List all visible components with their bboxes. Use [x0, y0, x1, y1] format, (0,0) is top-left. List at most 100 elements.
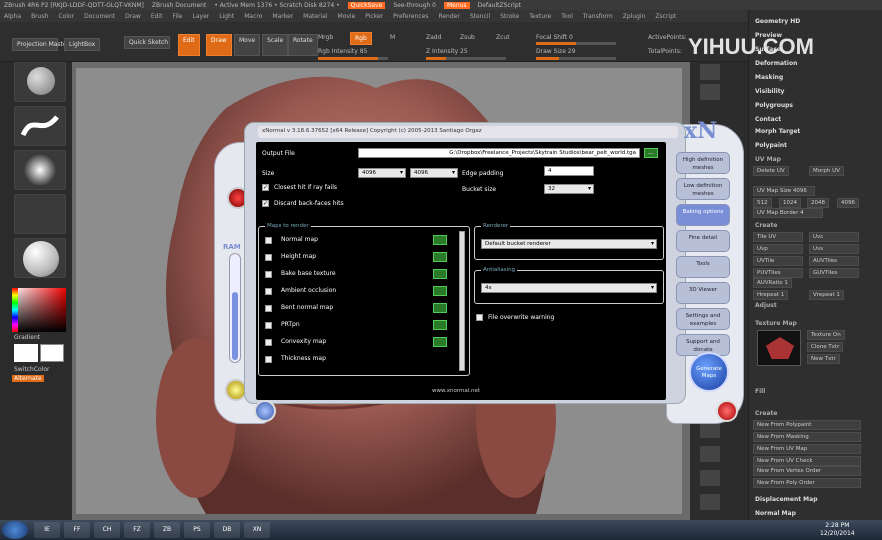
uv-size-4096[interactable]: 4096: [837, 198, 859, 208]
auvtiles-button[interactable]: AUVTiles: [809, 256, 859, 266]
menu-stencil[interactable]: Stencil: [470, 13, 490, 20]
menu-preferences[interactable]: Preferences: [393, 13, 428, 20]
bake-base-checkbox[interactable]: [265, 271, 272, 278]
taskbar-app-7[interactable]: DB: [214, 522, 240, 538]
move-button[interactable]: Move: [234, 34, 261, 56]
normal-map-options-button[interactable]: [433, 235, 447, 245]
output-file-input[interactable]: G:\Dropbox\Freelance_Projects\Skytrain S…: [358, 148, 640, 158]
taskbar-app-8[interactable]: XN: [244, 522, 270, 538]
menu-file[interactable]: File: [172, 13, 182, 20]
menus-button[interactable]: Menus: [443, 1, 470, 9]
hue-strip[interactable]: [12, 288, 18, 332]
prtpn-options-button[interactable]: [433, 320, 447, 330]
create-texture-header[interactable]: Create: [755, 410, 777, 417]
rotate-button[interactable]: Rotate: [288, 34, 318, 56]
menu-tool[interactable]: Tool: [561, 13, 573, 20]
color-picker[interactable]: [12, 288, 66, 332]
z-intensity-track[interactable]: [426, 57, 506, 60]
size-height-select[interactable]: 4096: [410, 168, 458, 178]
start-button[interactable]: [2, 521, 28, 539]
menu-texture[interactable]: Texture: [529, 13, 551, 20]
closest-hit-checkbox[interactable]: ✓: [262, 184, 269, 191]
convexity-options-button[interactable]: [433, 337, 447, 347]
stroke-slot[interactable]: [14, 106, 66, 146]
mrgb-toggle[interactable]: Mrgb: [318, 34, 333, 41]
menu-document[interactable]: Document: [84, 13, 115, 20]
uv-map-header[interactable]: UV Map: [755, 156, 781, 163]
vrepeat-slider[interactable]: Vrepeat 1: [809, 290, 844, 300]
menu-stroke[interactable]: Stroke: [500, 13, 519, 20]
maps-scrollbar[interactable]: [459, 231, 465, 371]
focal-shift-slider[interactable]: Focal Shift 0: [536, 34, 573, 41]
texture-slot[interactable]: [14, 194, 66, 234]
zsub-toggle[interactable]: Zsub: [460, 34, 475, 41]
secondary-color[interactable]: [40, 344, 64, 362]
edge-padding-input[interactable]: 4: [544, 166, 594, 176]
polygroups-header[interactable]: Polygroups: [755, 102, 793, 109]
transp-icon[interactable]: [700, 470, 720, 486]
spix-icon[interactable]: [700, 84, 720, 100]
see-through-slider[interactable]: See-through 0: [393, 2, 436, 9]
z-intensity-slider[interactable]: Z Intensity 25: [426, 48, 468, 55]
quicksave-button[interactable]: QuickSave: [347, 1, 386, 9]
uv-size-1024[interactable]: 1024: [779, 198, 801, 208]
generate-maps-button[interactable]: Generate Maps: [689, 352, 729, 392]
tile-uv-button[interactable]: Tile UV: [753, 232, 803, 242]
menu-alpha[interactable]: Alpha: [4, 13, 21, 20]
low-def-meshes-tab[interactable]: Low definition meshes: [676, 178, 730, 200]
output-file-browse-button[interactable]: ...: [644, 148, 658, 158]
tools-tab[interactable]: Tools: [676, 256, 730, 278]
draw-button[interactable]: Draw: [206, 34, 232, 56]
morph-target-header[interactable]: Morph Target: [755, 128, 800, 135]
alpha-slot[interactable]: [14, 150, 66, 190]
bpr-icon[interactable]: [700, 64, 720, 80]
uv-size-512[interactable]: 512: [753, 198, 772, 208]
puvtiles-button[interactable]: PUVTiles: [753, 268, 803, 278]
high-def-meshes-tab[interactable]: High definition meshes: [676, 152, 730, 174]
hrepeat-slider[interactable]: Hrepeat 1: [753, 290, 789, 300]
gradient-label[interactable]: Gradient: [14, 334, 40, 341]
texture-thumbnail[interactable]: [757, 330, 801, 366]
material-slot[interactable]: [14, 238, 66, 278]
geometry-hd-header[interactable]: Geometry HD: [755, 18, 800, 25]
fine-detail-tab[interactable]: Fine detail: [676, 230, 730, 252]
ambient-occlusion-options-button[interactable]: [433, 286, 447, 296]
system-clock[interactable]: 2:28 PM 12/20/2014: [820, 522, 855, 538]
menu-movie[interactable]: Movie: [338, 13, 356, 20]
brush-slot[interactable]: [14, 62, 66, 102]
normal-map-header[interactable]: Normal Map: [755, 510, 796, 517]
quick-sketch-button[interactable]: Quick Sketch: [124, 36, 170, 49]
menu-marker[interactable]: Marker: [272, 13, 293, 20]
scale-button[interactable]: Scale: [262, 34, 289, 56]
fill-header[interactable]: Fill: [755, 388, 765, 395]
menu-macro[interactable]: Macro: [244, 13, 262, 20]
switch-color-button[interactable]: SwitchColor: [14, 366, 50, 373]
taskbar-app-6[interactable]: PS: [184, 522, 210, 538]
zcut-toggle[interactable]: Zcut: [496, 34, 510, 41]
new-from-masking-button[interactable]: New From Masking: [753, 432, 861, 442]
settings-examples-tab[interactable]: Settings and examples: [676, 308, 730, 330]
morph-uv-button[interactable]: Morph UV: [809, 166, 844, 176]
taskbar-app-2[interactable]: FF: [64, 522, 90, 538]
menu-transform[interactable]: Transform: [583, 13, 613, 20]
uvp-button[interactable]: Uvp: [753, 244, 803, 254]
new-from-poly-order-button[interactable]: New From Poly Order: [753, 478, 861, 488]
clone-txtr-button[interactable]: Clone Txtr: [807, 342, 844, 352]
3d-viewer-tab[interactable]: 3D Viewer: [676, 282, 730, 304]
projection-master-button[interactable]: Projection Master: [12, 38, 69, 51]
bucket-size-select[interactable]: 32: [544, 184, 594, 194]
height-map-options-button[interactable]: [433, 252, 447, 262]
texture-on-button[interactable]: Texture On: [807, 330, 845, 340]
uvs-button[interactable]: Uvs: [809, 244, 859, 254]
xnormal-url[interactable]: www.xnormal.net: [432, 388, 480, 394]
height-map-checkbox[interactable]: [265, 254, 272, 261]
new-txtr-button[interactable]: New Txtr: [807, 354, 840, 364]
new-from-polypaint-button[interactable]: New From Polypaint: [753, 420, 861, 430]
auvratio-slider[interactable]: AUVRatio 1: [753, 278, 792, 288]
texture-map-header[interactable]: Texture Map: [755, 320, 797, 327]
lightbox-button[interactable]: LightBox: [64, 38, 101, 51]
menu-zscript[interactable]: Zscript: [655, 13, 676, 20]
masking-header[interactable]: Masking: [755, 74, 783, 81]
rgb-toggle[interactable]: Rgb: [350, 32, 372, 45]
displacement-map-header[interactable]: Displacement Map: [755, 496, 818, 503]
